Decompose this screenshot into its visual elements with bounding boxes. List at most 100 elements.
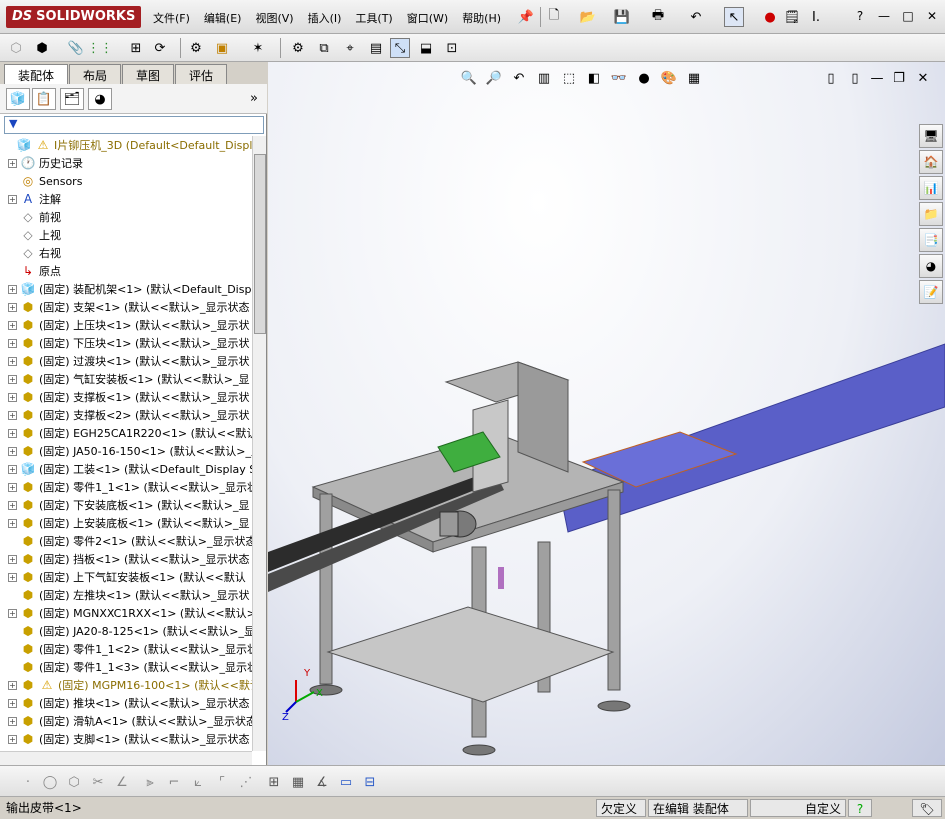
- lower-shelf[interactable]: [326, 606, 615, 703]
- expand-toggle-icon[interactable]: +: [8, 338, 17, 348]
- screen-capture-icon[interactable]: ⊡: [442, 38, 462, 58]
- tree-item[interactable]: + ⬢ (固定) 支撑板<1> (默认<<默认>_显示状: [0, 388, 252, 406]
- bill-of-materials-icon[interactable]: ▤: [366, 38, 386, 58]
- layer-icon[interactable]: ▭: [336, 772, 356, 792]
- tree-item[interactable]: ◎ Sensors: [0, 172, 252, 190]
- expand-toggle-icon[interactable]: +: [8, 320, 17, 330]
- expand-toggle-icon[interactable]: +: [8, 518, 17, 528]
- minimize-icon[interactable]: —: [875, 8, 893, 24]
- pin-icon[interactable]: 📌: [516, 7, 536, 27]
- tree-item[interactable]: ⬢ (固定) 左推块<1> (默认<<默认>_显示状: [0, 586, 252, 604]
- smart-fasteners-icon[interactable]: ⚙: [186, 38, 206, 58]
- tree-item[interactable]: ↳ 原点: [0, 262, 252, 280]
- save-icon[interactable]: 💾: [612, 7, 632, 27]
- tree-horizontal-scrollbar[interactable]: [0, 751, 252, 765]
- menu-item[interactable]: 编辑(E): [197, 8, 249, 28]
- expand-toggle-icon[interactable]: +: [8, 194, 17, 204]
- move-component-icon[interactable]: ⊞: [126, 38, 146, 58]
- expand-toggle-icon[interactable]: +: [8, 500, 17, 510]
- tree-filter-input[interactable]: ▼: [4, 116, 264, 134]
- tree-item[interactable]: + ⬢ (固定) 推块<1> (默认<<默认>_显示状态: [0, 694, 252, 712]
- mate-icon[interactable]: 📎: [66, 38, 86, 58]
- graphics-area[interactable]: 🔍 🔎 ↶ ▥ ⬚ ◧ 👓 ● 🎨 ▦ ▯ ▯ — ❐ ✕ Y X Z 🖥 🏠 …: [268, 62, 945, 765]
- explode-view-icon[interactable]: ⧉: [314, 38, 334, 58]
- open-folder-icon[interactable]: 📂: [578, 7, 598, 27]
- tab[interactable]: 评估: [175, 64, 228, 84]
- mirror-icon[interactable]: ⫸: [140, 772, 160, 792]
- maximize-icon[interactable]: □: [899, 8, 917, 24]
- assembly-features-icon[interactable]: ▣: [212, 38, 232, 58]
- tree-item[interactable]: + ⬢ (固定) MGNXXC1RXX<1> (默认<<默认>_: [0, 604, 252, 622]
- fillet-icon[interactable]: ⌐: [164, 772, 184, 792]
- expand-toggle-icon[interactable]: +: [8, 716, 17, 726]
- solidworks-resources-icon[interactable]: 🖥: [919, 124, 943, 148]
- linear-pattern-icon[interactable]: ⊞: [264, 772, 284, 792]
- tree-item[interactable]: + ⬢ (固定) 零件1_1<1> (默认<<默认>_显示状: [0, 478, 252, 496]
- tree-item[interactable]: + 🧊 (固定) 装配机架<1> (默认<Default_Displ: [0, 280, 252, 298]
- appearances-icon[interactable]: ◕: [919, 254, 943, 278]
- expand-toggle-icon[interactable]: +: [8, 698, 17, 708]
- close-icon[interactable]: ✕: [923, 8, 941, 24]
- tree-item[interactable]: + ⬢ (固定) 上下气缸安装板<1> (默认<<默认: [0, 568, 252, 586]
- file-explorer-icon[interactable]: 📁: [919, 202, 943, 226]
- tree-item[interactable]: + ⬢ (固定) 支架<1> (默认<<默认>_显示状态: [0, 298, 252, 316]
- display-manager-tab-icon[interactable]: ◕: [88, 88, 112, 110]
- instant3d-icon[interactable]: ⤡: [390, 38, 410, 58]
- menu-item[interactable]: 帮助(H): [455, 8, 508, 28]
- tree-item[interactable]: + ⬢ (固定) 支撑板<2> (默认<<默认>_显示状: [0, 406, 252, 424]
- tree-item[interactable]: + A 注解: [0, 190, 252, 208]
- explode-line-sketch-icon[interactable]: ⌖: [340, 38, 360, 58]
- tree-vertical-scrollbar[interactable]: [252, 136, 266, 751]
- offset-icon[interactable]: ⟀: [188, 772, 208, 792]
- tree-item[interactable]: + ⬢ (固定) 上安装底板<1> (默认<<默认>_显: [0, 514, 252, 532]
- tab[interactable]: 布局: [69, 64, 122, 84]
- point-icon[interactable]: ·: [18, 772, 38, 792]
- tab[interactable]: 装配体: [4, 64, 69, 84]
- tree-item[interactable]: + ⬢ (固定) 气缸安装板<1> (默认<<默认>_显: [0, 370, 252, 388]
- home-icon[interactable]: 🏠: [919, 150, 943, 174]
- new-part-icon[interactable]: ⬢: [32, 38, 52, 58]
- scroll-thumb[interactable]: [254, 154, 266, 334]
- solidworks-logo[interactable]: DS SOLIDWORKS: [6, 6, 142, 28]
- select-arrow-icon[interactable]: ↖: [724, 7, 744, 27]
- custom-properties-icon[interactable]: 📝: [919, 280, 943, 304]
- tree-item[interactable]: + ⬢ (固定) 支脚<1> (默认<<默认>_显示状态: [0, 730, 252, 748]
- expand-toggle-icon[interactable]: +: [8, 158, 17, 168]
- tree-item[interactable]: 🧊 ⚠ I片铆压机_3D (Default<Default_Display S: [0, 136, 252, 154]
- undo-icon[interactable]: ↶: [686, 7, 706, 27]
- expand-toggle-icon[interactable]: +: [8, 608, 17, 618]
- expand-panel-icon[interactable]: »: [244, 88, 264, 108]
- tree-item[interactable]: ⬢ (固定) JA20-8-125<1> (默认<<默认>_显示: [0, 622, 252, 640]
- menu-item[interactable]: 插入(I): [301, 8, 349, 28]
- expand-toggle-icon[interactable]: +: [8, 284, 17, 294]
- table-icon[interactable]: ⊟: [360, 772, 380, 792]
- grid-icon[interactable]: ▦: [288, 772, 308, 792]
- expand-toggle-icon[interactable]: +: [8, 572, 17, 582]
- tree-item[interactable]: ⬢ (固定) 零件2<1> (默认<<默认>_显示状态: [0, 532, 252, 550]
- angle-icon[interactable]: ∡: [312, 772, 332, 792]
- tree-item[interactable]: + ⬢ (固定) 下压块<1> (默认<<默认>_显示状: [0, 334, 252, 352]
- expand-toggle-icon[interactable]: +: [8, 302, 17, 312]
- expand-toggle-icon[interactable]: +: [8, 554, 17, 564]
- tree-item[interactable]: + 🕐 历史记录: [0, 154, 252, 172]
- tag-status-icon[interactable]: 🏷: [912, 799, 942, 817]
- chamfer-icon[interactable]: ⌜: [212, 772, 232, 792]
- component-pattern-icon[interactable]: ⋮⋮: [87, 38, 113, 58]
- tree-item[interactable]: ◇ 前视: [0, 208, 252, 226]
- tree-item[interactable]: + ⬢ (固定) 滑轨A<1> (默认<<默认>_显示状态: [0, 712, 252, 730]
- menu-item[interactable]: 视图(V): [248, 8, 300, 28]
- construction-geometry-icon[interactable]: ⋰: [236, 772, 256, 792]
- tree-item[interactable]: ◇ 右视: [0, 244, 252, 262]
- file-properties-icon[interactable]: 🗒: [782, 7, 802, 27]
- extend-icon[interactable]: ∠: [112, 772, 132, 792]
- rebuild-traffic-light-icon[interactable]: ●: [760, 7, 780, 27]
- tree-item[interactable]: + ⬢ (固定) 挡板<1> (默认<<默认>_显示状态: [0, 550, 252, 568]
- expand-toggle-icon[interactable]: +: [8, 392, 17, 402]
- trim-icon[interactable]: ✂: [88, 772, 108, 792]
- tree-item[interactable]: + ⬢ (固定) EGH25CA1R220<1> (默认<<默认>_: [0, 424, 252, 442]
- menu-item[interactable]: 工具(T): [348, 8, 399, 28]
- tree-item[interactable]: + 🧊 (固定) 工装<1> (默认<Default_Display St: [0, 460, 252, 478]
- expand-toggle-icon[interactable]: +: [8, 428, 17, 438]
- tree-item[interactable]: + ⬢ (固定) 过渡块<1> (默认<<默认>_显示状: [0, 352, 252, 370]
- units-status[interactable]: 自定义: [750, 799, 846, 817]
